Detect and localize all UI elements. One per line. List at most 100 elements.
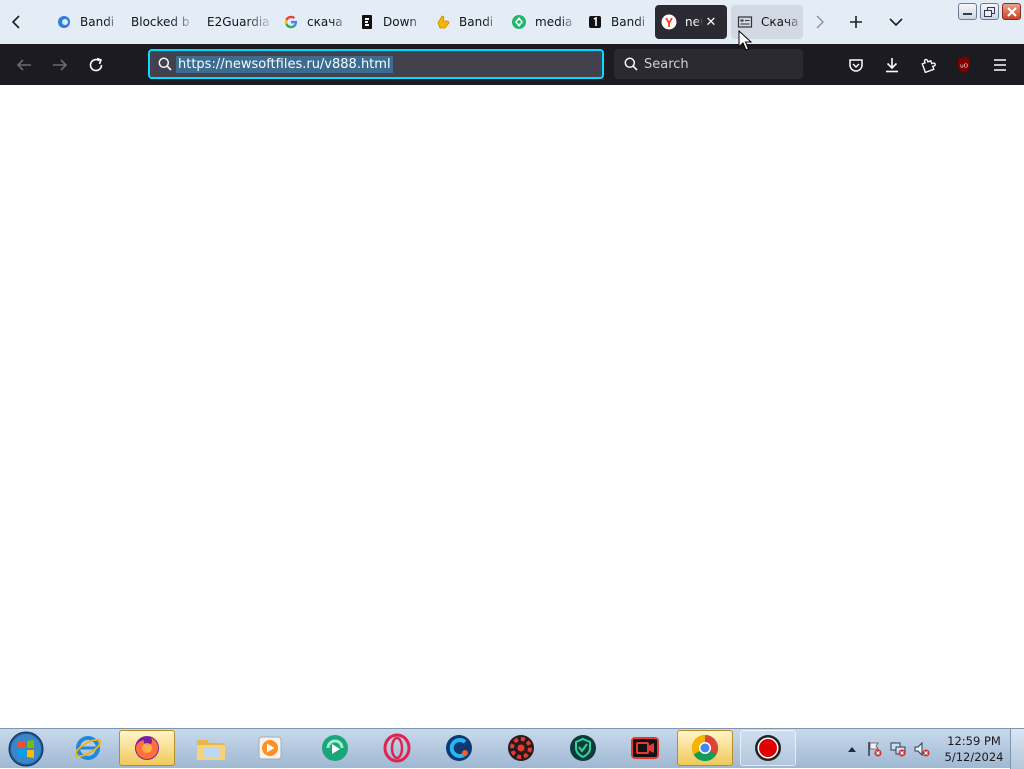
opera-icon [383, 733, 411, 763]
minimize-icon [963, 13, 972, 15]
tab-title: media [535, 15, 573, 29]
list-all-tabs-button[interactable] [883, 7, 909, 37]
reload-button[interactable] [81, 50, 111, 80]
internet-explorer-icon [74, 736, 102, 760]
taskbar-bandicam[interactable] [740, 730, 796, 766]
chevron-down-icon [889, 18, 903, 27]
taskbar-red-gear-app[interactable] [493, 730, 549, 766]
start-button[interactable] [4, 730, 48, 768]
tab-download[interactable]: Down [353, 5, 425, 39]
ublock-origin-button[interactable]: uO [949, 50, 979, 80]
speaker-muted-icon [914, 741, 930, 757]
puzzle-piece-icon [921, 58, 936, 73]
tab-bandicam-2[interactable]: Bandi [429, 5, 501, 39]
page-content-area[interactable] [0, 85, 1024, 728]
tab-title: Bandi [80, 15, 115, 29]
tab-title: Blocked b [131, 15, 190, 29]
tab-title: E2Guardia [207, 15, 270, 29]
tab-title: new [685, 15, 703, 29]
yellow-hand-icon [435, 14, 451, 30]
close-icon [1006, 6, 1017, 17]
chrome-icon [691, 734, 719, 762]
restore-icon [984, 6, 995, 17]
green-gem-icon [511, 14, 527, 30]
ublock-shield-icon: uO [958, 57, 970, 73]
tab-bandicam-3[interactable]: Bandi [581, 5, 653, 39]
bandicam-web-icon [56, 14, 72, 30]
navigation-toolbar: https://newsoftfiles.ru/v888.html Search… [0, 44, 1024, 85]
taskbar-media-player[interactable] [242, 730, 298, 766]
downloads-button[interactable] [877, 50, 907, 80]
taskbar-internet-explorer[interactable] [60, 730, 116, 766]
page-e-icon [359, 14, 375, 30]
tab-title: Bandi [611, 15, 646, 29]
tab-title: Bandi [459, 15, 494, 29]
show-desktop-button[interactable] [1010, 729, 1024, 769]
forward-arrow-icon [53, 59, 68, 71]
system-clock[interactable]: 12:59 PM 5/12/2024 [942, 733, 1006, 765]
restore-window-button[interactable] [980, 3, 999, 20]
minimize-window-button[interactable] [958, 3, 977, 20]
windows-start-orb-icon [8, 731, 44, 767]
network-status-button[interactable] [890, 741, 906, 757]
tab-strip: Bandi Blocked b E2Guardia скача Down Ban… [0, 0, 1024, 44]
search-field[interactable]: Search [614, 49, 803, 79]
back-button[interactable] [9, 50, 39, 80]
tab-google-search[interactable]: скача [277, 5, 349, 39]
show-hidden-icons-button[interactable] [844, 741, 860, 757]
search-icon [158, 57, 172, 71]
flag-warning-icon [868, 742, 882, 757]
search-placeholder: Search [644, 56, 689, 72]
mouse-cursor-icon [738, 30, 752, 51]
tab-title: скача [307, 15, 343, 29]
firefox-icon [135, 736, 159, 760]
tab-blocked[interactable]: Blocked b [125, 5, 197, 39]
tab-media[interactable]: media [505, 5, 577, 39]
network-disconnected-icon [890, 742, 906, 757]
taskbar-green-play-app[interactable] [307, 730, 363, 766]
tab-bandicam-1[interactable]: Bandi [50, 5, 122, 39]
triangle-up-icon [848, 747, 856, 752]
address-bar[interactable]: https://newsoftfiles.ru/v888.html [148, 49, 604, 79]
media-player-icon [258, 736, 282, 760]
ublock-badge-text: uO [960, 64, 968, 70]
url-text[interactable]: https://newsoftfiles.ru/v888.html [176, 55, 393, 73]
chevron-left-icon [11, 15, 20, 29]
taskbar-opera[interactable] [369, 730, 425, 766]
taskbar-firefox[interactable] [119, 730, 175, 766]
windows-taskbar: 12:59 PM 5/12/2024 [0, 728, 1024, 769]
close-tab-icon[interactable]: ✕ [703, 15, 719, 30]
file-explorer-icon [197, 740, 225, 760]
taskbar-file-explorer[interactable] [183, 730, 239, 766]
chevron-right-icon [816, 15, 824, 29]
plus-icon [850, 16, 862, 28]
volume-button[interactable] [914, 741, 930, 757]
red-gear-app-icon [508, 735, 534, 761]
close-window-button[interactable] [1002, 3, 1021, 20]
taskbar-ccleaner[interactable] [431, 730, 487, 766]
bandicam-record-icon [755, 735, 781, 761]
forward-button[interactable] [45, 50, 75, 80]
green-shield-app-icon [570, 735, 596, 761]
scroll-tabs-left-button[interactable] [4, 7, 30, 37]
reload-icon [89, 57, 103, 72]
ccleaner-icon [446, 735, 472, 761]
hamburger-menu-icon [994, 59, 1006, 71]
taskbar-green-shield-app[interactable] [555, 730, 611, 766]
action-center-button[interactable] [866, 741, 882, 757]
clock-date: 5/12/2024 [944, 750, 1004, 764]
taskbar-chrome[interactable] [677, 730, 733, 766]
application-menu-button[interactable] [985, 50, 1015, 80]
download-icon [886, 58, 898, 73]
scroll-tabs-right-button[interactable] [806, 7, 832, 37]
extensions-button[interactable] [913, 50, 943, 80]
taskbar-screen-recorder[interactable] [617, 730, 673, 766]
green-play-app-icon [322, 735, 348, 761]
clock-time: 12:59 PM [947, 734, 1001, 748]
pocket-icon [849, 59, 863, 72]
pocket-button[interactable] [841, 50, 871, 80]
tab-e2guardian[interactable]: E2Guardia [201, 5, 273, 39]
new-tab-button[interactable] [843, 7, 869, 37]
tab-active-yandex[interactable]: new ✕ [655, 5, 727, 39]
page-layout-icon [737, 14, 753, 30]
